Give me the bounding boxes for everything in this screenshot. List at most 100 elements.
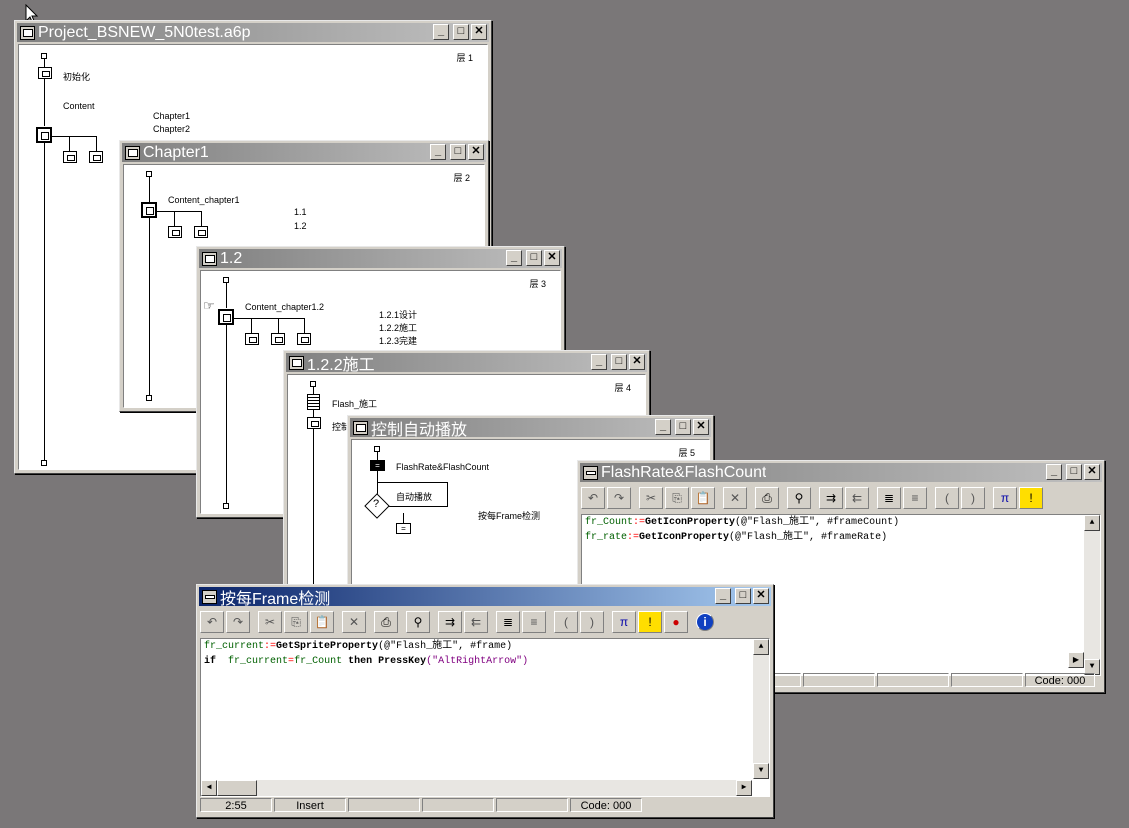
close-button[interactable]: ✕ (693, 419, 709, 435)
scroll-thumb[interactable] (217, 780, 257, 796)
calculation-icon[interactable]: = (370, 460, 385, 471)
vertical-scrollbar[interactable]: ▲ ▼ (753, 639, 769, 779)
scroll-up-button[interactable]: ▲ (1084, 515, 1100, 531)
maximize-button[interactable]: □ (450, 144, 466, 160)
info-icon[interactable]: i (696, 613, 714, 631)
minimize-button[interactable]: _ (430, 144, 446, 160)
open-paren-icon[interactable]: ( (554, 611, 578, 633)
undo-icon[interactable]: ↶ (200, 611, 224, 633)
find-icon[interactable]: ⚲ (787, 487, 811, 509)
map-icon-page[interactable] (297, 333, 311, 345)
flowline (44, 143, 45, 461)
close-button[interactable]: ✕ (753, 588, 769, 604)
undo-icon[interactable]: ↶ (581, 487, 605, 509)
map-icon-page[interactable] (245, 333, 259, 345)
scroll-up-button[interactable]: ▲ (753, 639, 769, 655)
print-icon[interactable]: ⎙ (755, 487, 779, 509)
indent-icon[interactable]: ⇉ (819, 487, 843, 509)
scroll-left-button[interactable]: ◀ (201, 780, 217, 796)
title-bar[interactable]: Chapter1 _ □ ✕ (122, 143, 486, 162)
maximize-button[interactable]: □ (611, 354, 627, 370)
map-icon-page[interactable] (89, 151, 103, 163)
comment-icon[interactable]: ≣ (496, 611, 520, 633)
framework-icon-content[interactable] (36, 127, 52, 143)
calculation-icon-small[interactable]: = (396, 523, 411, 534)
code-editor[interactable]: fr_current:=GetSpriteProperty(@"Flash_施工… (200, 638, 770, 797)
flow-end-marker (223, 503, 229, 509)
close-button[interactable]: ✕ (629, 354, 645, 370)
close-button[interactable]: ✕ (468, 144, 484, 160)
title-bar[interactable]: 1.2.2施工 _ □ ✕ (286, 353, 647, 374)
maximize-button[interactable]: □ (526, 250, 542, 266)
warning-icon[interactable]: ! (1019, 487, 1043, 509)
map-icon-page[interactable] (194, 226, 208, 238)
map-icon-page[interactable] (168, 226, 182, 238)
maximize-button[interactable]: □ (735, 588, 751, 604)
outdent-icon[interactable]: ⇇ (845, 487, 869, 509)
copy-icon[interactable]: ⎘ (284, 611, 308, 633)
window-title: 1.2.2施工 (307, 356, 375, 374)
framework-icon-content[interactable] (141, 202, 157, 218)
warning-icon[interactable]: ! (638, 611, 662, 633)
branch-line (96, 136, 97, 151)
delete-icon[interactable]: ✕ (342, 611, 366, 633)
find-icon[interactable]: ⚲ (406, 611, 430, 633)
cut-icon[interactable]: ✂ (639, 487, 663, 509)
comment-icon[interactable]: ≣ (877, 487, 901, 509)
open-paren-icon[interactable]: ( (935, 487, 959, 509)
minimize-button[interactable]: _ (591, 354, 607, 370)
uncomment-icon[interactable]: ≡ (522, 611, 546, 633)
title-bar[interactable]: 1.2 _ □ ✕ (199, 249, 562, 268)
insert-symbol-icon[interactable]: π (993, 487, 1017, 509)
close-button[interactable]: ✕ (1084, 464, 1100, 480)
flowline-window-icon (353, 420, 368, 435)
calc-toolbar: ↶ ↷ ✂ ⎘ 📋 ✕ ⎙ ⚲ ⇉ ⇇ ≣ ≡ ( ) π ! (581, 484, 1101, 512)
scroll-right-button[interactable]: ▶ (736, 780, 752, 796)
map-icon-init[interactable] (38, 67, 52, 79)
title-bar[interactable]: 按每Frame检测 _ □ ✕ (199, 587, 771, 608)
print-icon[interactable]: ⎙ (374, 611, 398, 633)
delete-icon[interactable]: ✕ (723, 487, 747, 509)
status-pane (422, 798, 494, 812)
paste-icon[interactable]: 📋 (691, 487, 715, 509)
minimize-button[interactable]: _ (433, 24, 449, 40)
outdent-icon[interactable]: ⇇ (464, 611, 488, 633)
title-bar[interactable]: 控制自动播放 _ □ ✕ (350, 418, 711, 439)
uncomment-icon[interactable]: ≡ (903, 487, 927, 509)
minimize-button[interactable]: _ (506, 250, 522, 266)
redo-icon[interactable]: ↷ (226, 611, 250, 633)
digital-movie-icon[interactable] (307, 394, 320, 410)
scroll-right-button[interactable]: ▶ (1068, 652, 1084, 668)
calc-window-frame-check[interactable]: 按每Frame检测 _ □ ✕ ↶ ↷ ✂ ⎘ 📋 ✕ ⎙ ⚲ ⇉ ⇇ ≣ ≡ … (196, 584, 774, 818)
cut-icon[interactable]: ✂ (258, 611, 282, 633)
map-icon-page[interactable] (271, 333, 285, 345)
icon-label-flash: Flash_施工 (332, 399, 378, 409)
vertical-scrollbar[interactable]: ▲ ▼ (1084, 515, 1100, 675)
record-icon[interactable]: ● (664, 611, 688, 633)
close-button[interactable]: ✕ (471, 24, 487, 40)
minimize-button[interactable]: _ (1046, 464, 1062, 480)
title-bar[interactable]: FlashRate&FlashCount _ □ ✕ (580, 463, 1102, 482)
layer-label: 层 2 (453, 173, 470, 183)
maximize-button[interactable]: □ (453, 24, 469, 40)
horizontal-scrollbar[interactable]: ◀ ▶ (201, 780, 752, 796)
keyword-token: then (348, 656, 373, 667)
title-bar[interactable]: Project_BSNEW_5N0test.a6p _ □ ✕ (17, 23, 489, 42)
insert-symbol-icon[interactable]: π (612, 611, 636, 633)
maximize-button[interactable]: □ (1066, 464, 1082, 480)
minimize-button[interactable]: _ (715, 588, 731, 604)
maximize-button[interactable]: □ (675, 419, 691, 435)
map-icon-control[interactable] (307, 417, 321, 429)
indent-icon[interactable]: ⇉ (438, 611, 462, 633)
paste-icon[interactable]: 📋 (310, 611, 334, 633)
variable-token: fr_Count (294, 656, 343, 667)
map-icon-page[interactable] (63, 151, 77, 163)
framework-icon-content[interactable] (218, 309, 234, 325)
close-paren-icon[interactable]: ) (580, 611, 604, 633)
minimize-button[interactable]: _ (655, 419, 671, 435)
redo-icon[interactable]: ↷ (607, 487, 631, 509)
close-paren-icon[interactable]: ) (961, 487, 985, 509)
scroll-down-button[interactable]: ▼ (753, 763, 769, 779)
copy-icon[interactable]: ⎘ (665, 487, 689, 509)
close-button[interactable]: ✕ (544, 250, 560, 266)
